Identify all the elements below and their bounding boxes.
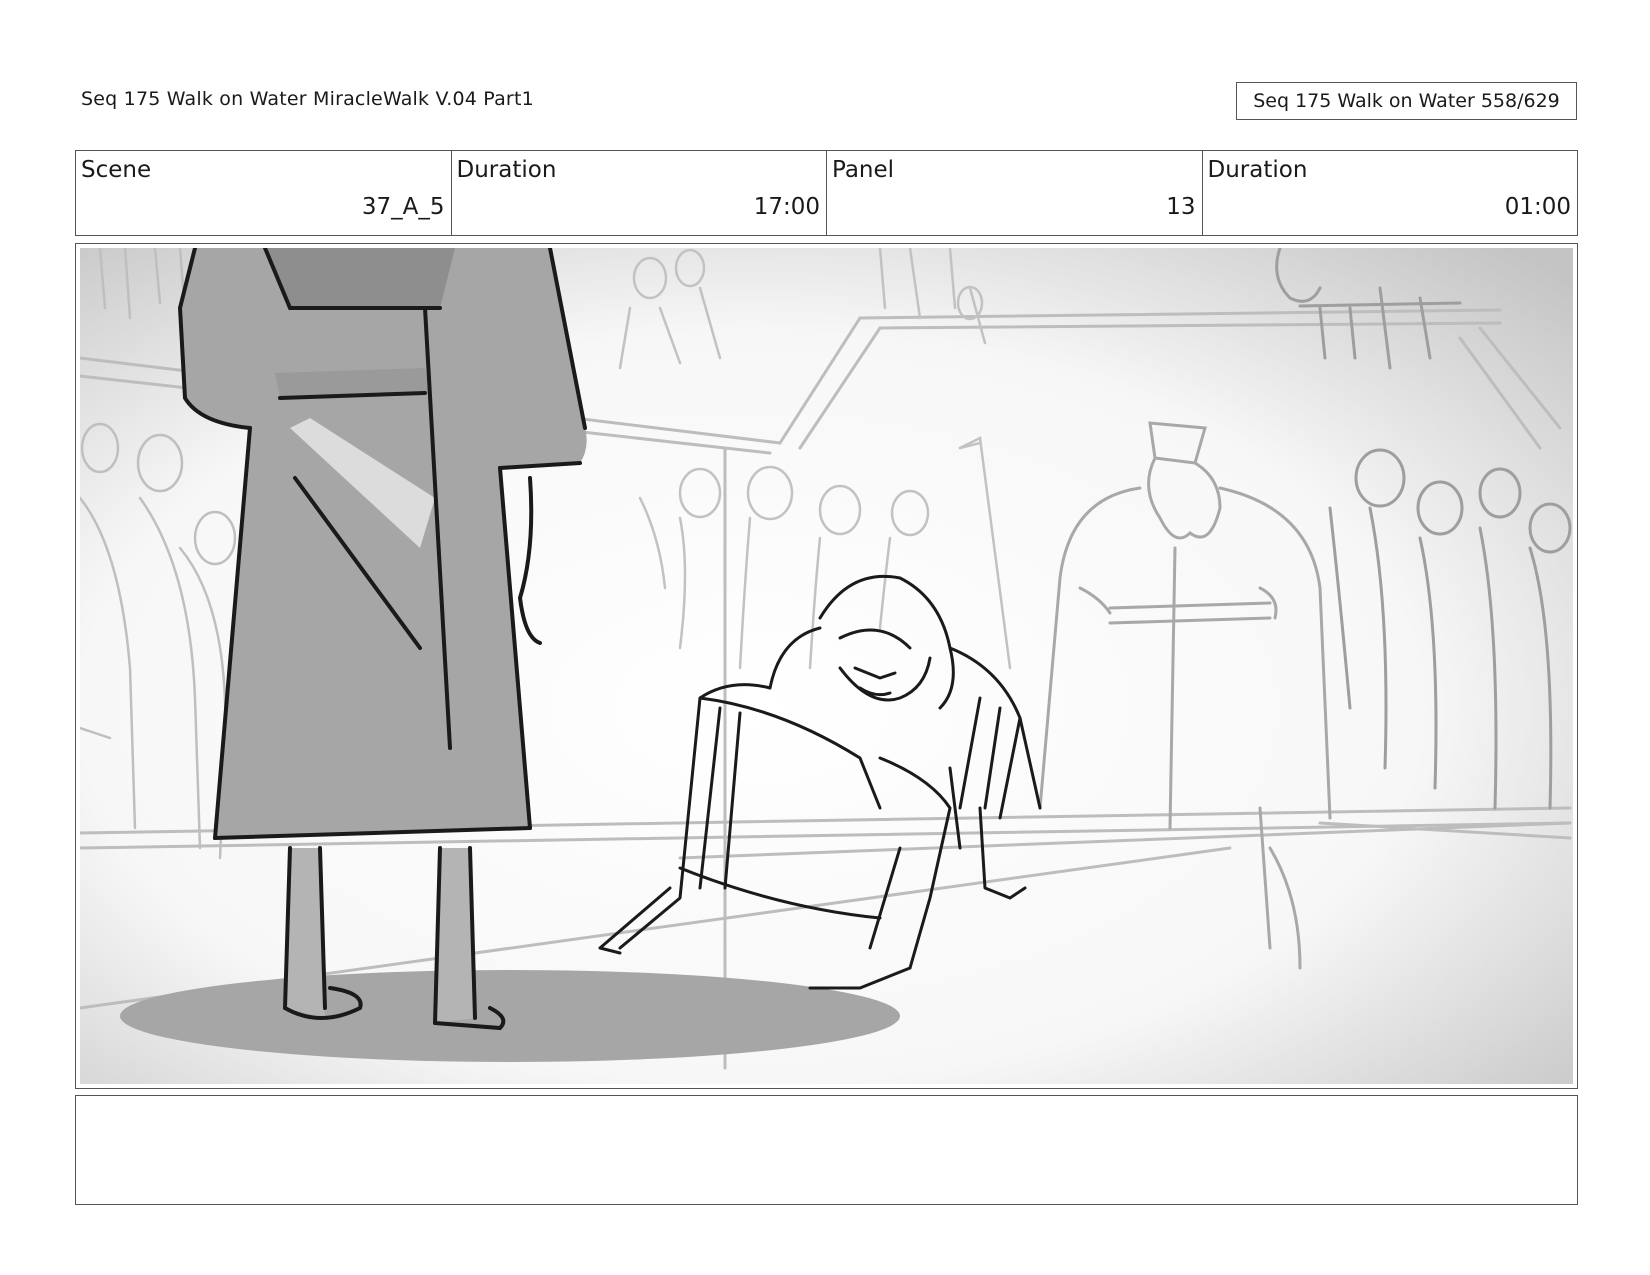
panel-duration-cell: Duration 01:00 (1203, 151, 1578, 235)
panel-notes-box (75, 1095, 1578, 1205)
page-counter: Seq 175 Walk on Water 558/629 (1236, 82, 1577, 120)
panel-label: Panel (832, 157, 895, 183)
panel-duration-label: Duration (1207, 157, 1308, 183)
panel-value: 13 (1166, 194, 1196, 220)
scene-duration-cell: Duration 17:00 (452, 151, 827, 235)
scene-value: 37_A_5 (361, 194, 445, 220)
scene-info-table: Scene 37_A_5 Duration 17:00 Panel 13 Dur… (75, 150, 1578, 236)
floor-shadow (120, 970, 900, 1062)
storyboard-sketch (80, 248, 1573, 1084)
storyboard-panel-frame (75, 243, 1578, 1089)
sequence-title: Seq 175 Walk on Water MiracleWalk V.04 P… (81, 88, 534, 110)
panel-cell: Panel 13 (827, 151, 1203, 235)
panel-duration-value: 01:00 (1504, 194, 1571, 220)
scene-cell: Scene 37_A_5 (76, 151, 452, 235)
scene-duration-value: 17:00 (753, 194, 820, 220)
scene-label: Scene (81, 157, 152, 183)
scene-duration-label: Duration (456, 157, 557, 183)
